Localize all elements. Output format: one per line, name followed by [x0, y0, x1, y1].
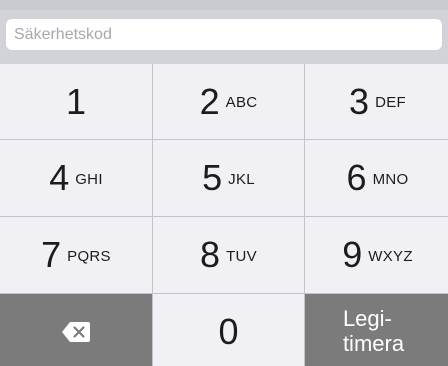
passcode-header	[0, 0, 448, 64]
key-0[interactable]: 0	[153, 294, 304, 366]
key-4[interactable]: 4 GHI	[0, 140, 152, 216]
key-letters: DEF	[375, 94, 406, 111]
key-5[interactable]: 5 JKL	[153, 140, 304, 216]
passcode-field-container[interactable]	[6, 19, 442, 50]
key-7[interactable]: 7 PQRS	[0, 217, 152, 293]
key-digit: 2	[199, 80, 220, 122]
key-digit: 9	[342, 234, 363, 275]
key-digit: 8	[200, 234, 221, 275]
legitimera-label: Legi- timera	[342, 306, 405, 356]
key-letters: PQRS	[67, 247, 111, 265]
passcode-screen: 1 2 ABC 3 DEF 4 GHI 5 JKL 6 MNO 7 PQRS 8	[0, 0, 448, 366]
key-digit: 6	[346, 157, 367, 198]
key-9[interactable]: 9 WXYZ	[305, 217, 448, 293]
key-digit: 0	[218, 310, 239, 352]
key-digit: 5	[202, 157, 223, 198]
key-8[interactable]: 8 TUV	[153, 217, 304, 293]
key-3[interactable]: 3 DEF	[305, 64, 448, 139]
key-digit: 3	[349, 80, 370, 122]
key-letters: MNO	[372, 170, 409, 188]
key-digit: 1	[65, 80, 87, 122]
key-1[interactable]: 1	[0, 64, 152, 139]
backspace-button[interactable]	[0, 294, 152, 366]
numeric-keypad: 1 2 ABC 3 DEF 4 GHI 5 JKL 6 MNO 7 PQRS 8	[0, 64, 448, 366]
key-letters: TUV	[226, 247, 257, 265]
legitimera-button[interactable]: Legi- timera	[305, 294, 448, 366]
key-digit: 7	[41, 234, 62, 275]
key-digit: 4	[49, 157, 70, 198]
key-letters: WXYZ	[368, 247, 413, 265]
passcode-input[interactable]	[14, 19, 442, 50]
key-letters: GHI	[75, 170, 103, 188]
key-letters: ABC	[225, 94, 258, 111]
key-2[interactable]: 2 ABC	[153, 64, 304, 139]
backspace-icon	[61, 321, 91, 343]
key-letters: JKL	[228, 170, 255, 188]
key-6[interactable]: 6 MNO	[305, 140, 448, 216]
top-shade	[0, 0, 448, 10]
